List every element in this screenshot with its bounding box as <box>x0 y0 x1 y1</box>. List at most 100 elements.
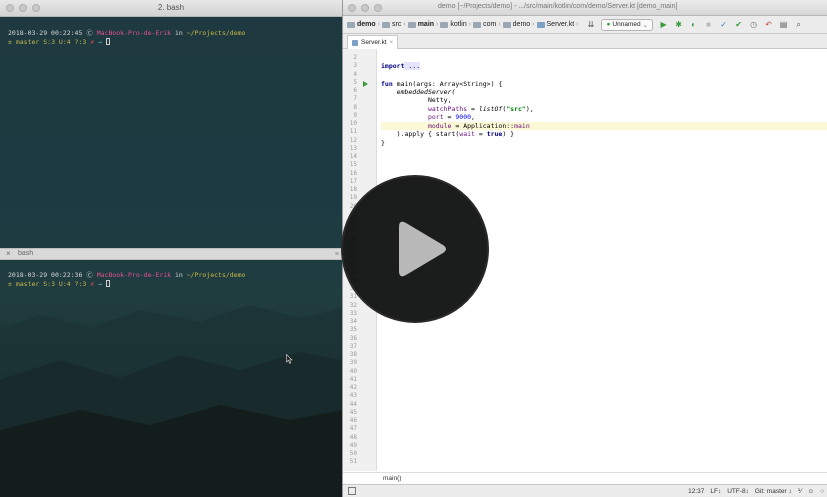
project-icon <box>347 21 355 28</box>
folder-icon <box>382 21 391 28</box>
git-dirty-mark: ✗ <box>90 38 95 46</box>
git-status: S:3 U:4 ?:3 <box>43 38 87 46</box>
file-encoding[interactable]: UTF-8↕ <box>727 488 749 495</box>
inspector-icon[interactable]: ☺ <box>807 488 814 495</box>
line-number: 47 <box>349 425 357 433</box>
line-number: 11 <box>349 128 357 136</box>
line-number: 46 <box>349 417 357 424</box>
project-structure-icon[interactable]: ▤ <box>779 20 788 29</box>
terminal-pane-top[interactable]: 2018-03-29 00:22:45 Ⓒ MacBook-Pro-de-Eri… <box>0 17 342 248</box>
breadcrumb-item[interactable]: demo <box>513 21 531 28</box>
kotlin-file-icon <box>352 39 358 46</box>
terminal-pane-bottom[interactable]: 2018-03-29 00:22:36 Ⓒ MacBook-Pro-de-Eri… <box>0 260 342 497</box>
lock-icon[interactable]: ⅟ <box>798 487 802 495</box>
line-number: 38 <box>349 351 357 358</box>
line-number: 41 <box>349 375 357 383</box>
run-config-icon: ● <box>606 21 611 28</box>
close-pane-icon[interactable]: × <box>6 249 11 258</box>
line-number: 45 <box>349 408 357 416</box>
line-number: 51 <box>349 458 357 466</box>
breadcrumb-item[interactable]: Server.kt <box>547 21 575 28</box>
terminal-cursor <box>105 38 110 45</box>
play-icon <box>399 221 446 277</box>
run-config-label: Unnamed <box>612 21 641 28</box>
line-number: 37 <box>349 342 357 350</box>
git-prefix: ± <box>8 280 12 288</box>
tab-server-kt[interactable]: Server.kt × <box>347 35 399 49</box>
apple-icon: Ⓒ <box>86 271 93 279</box>
status-bar: 12:37 LF↕ UTF-8↕ Git: master ↕ ⅟ ☺ ○ <box>343 484 827 497</box>
breadcrumb-item[interactable]: src <box>392 21 401 28</box>
line-separator[interactable]: LF↕ <box>710 488 721 495</box>
git-branch-status[interactable]: Git: master ↕ <box>755 488 792 495</box>
close-window-button[interactable] <box>348 4 356 12</box>
line-number: 39 <box>349 359 357 367</box>
vcs-update-icon[interactable]: ✓ <box>719 20 728 29</box>
git-branch: master <box>15 38 40 46</box>
editor-tabs: Server.kt × <box>343 34 827 49</box>
folder-icon <box>407 21 416 28</box>
code-line: import ... <box>381 62 421 70</box>
coverage-icon[interactable]: ◐ <box>689 20 698 29</box>
breadcrumb-item[interactable]: com <box>483 21 496 28</box>
line-number: 9 <box>353 111 357 119</box>
git-dirty-mark: ✗ <box>90 280 95 288</box>
build-icon[interactable]: ⇊ <box>586 20 595 29</box>
breadcrumb-item[interactable]: demo <box>357 21 376 28</box>
code-line: module = Application::main <box>381 122 530 130</box>
breadcrumb-item[interactable]: kotlin <box>450 21 466 28</box>
folder-icon <box>473 21 482 28</box>
revert-icon[interactable]: ↶ <box>764 20 773 29</box>
code-line: ).apply { start(wait = true) } <box>381 130 515 138</box>
prompt-timestamp: 2018-03-29 00:22:45 <box>8 29 83 37</box>
prompt-host: MacBook-Pro-de-Erik <box>96 271 172 279</box>
run-icon[interactable]: ▶ <box>659 20 668 29</box>
chevron-down-icon: ⌄ <box>642 21 649 29</box>
line-number: 43 <box>349 392 357 400</box>
video-play-button[interactable] <box>341 175 489 323</box>
git-status-line: ± master S:3 U:4 ?:3 ✗ → <box>8 280 110 289</box>
line-number: 48 <box>349 433 357 441</box>
folder-icon <box>502 21 511 28</box>
vcs-commit-icon[interactable]: ✔ <box>734 20 743 29</box>
line-number: 8 <box>353 103 357 111</box>
window-controls[interactable] <box>348 4 382 12</box>
tab-label: Server.kt <box>361 39 387 46</box>
line-number: 7 <box>353 95 357 103</box>
code-line: watchPaths = listOf("src"), <box>381 105 534 113</box>
navigation-toolbar: demo › src › main › kotlin › com › demo › Serv… <box>343 16 827 34</box>
run-gutter-icon[interactable] <box>363 81 368 87</box>
line-number: 36 <box>349 334 357 342</box>
prompt-path: ~/Projects/demo <box>186 29 246 37</box>
run-configuration-select[interactable]: ● Unnamed ⌄ <box>601 18 654 31</box>
tool-windows-icon[interactable] <box>348 487 356 495</box>
event-log-icon[interactable]: ○ <box>820 488 824 495</box>
git-status: S:3 U:4 ?:3 <box>43 280 87 288</box>
terminal-cursor <box>105 280 110 287</box>
debug-icon[interactable]: ✱ <box>674 20 683 29</box>
terminal-title: 2. bash <box>157 3 185 12</box>
search-icon[interactable]: ⌕ <box>794 20 803 29</box>
zoom-window-button[interactable] <box>374 4 382 12</box>
drag-handle-icon[interactable]: ≡ <box>335 251 339 258</box>
prompt-in: in <box>174 271 183 279</box>
code-breadcrumb[interactable]: main() <box>383 475 401 482</box>
prompt-arrow-icon: → <box>98 280 102 288</box>
prompt-in: in <box>174 29 183 37</box>
pane-divider[interactable]: × bash ≡ <box>0 248 342 260</box>
minimize-window-button[interactable] <box>361 4 369 12</box>
apple-icon: Ⓒ <box>86 29 93 37</box>
close-tab-icon[interactable]: × <box>390 40 394 46</box>
prompt-path: ~/Projects/demo <box>186 271 246 279</box>
breadcrumb-item[interactable]: main <box>418 21 434 28</box>
code-line: port = 9000, <box>381 113 475 121</box>
line-number: 12 <box>349 136 357 144</box>
code-line: fun main(args: Array<String>) { <box>381 80 503 88</box>
ide-window-title: demo [~/Projects/demo] - .../src/main/ko… <box>438 3 678 10</box>
bottom-pane-title: bash <box>18 250 34 257</box>
ide-titlebar: demo [~/Projects/demo] - .../src/main/ko… <box>343 0 827 16</box>
stop-icon[interactable]: ■ <box>704 20 713 29</box>
prompt-arrow-icon: → <box>98 38 102 46</box>
vcs-history-icon[interactable]: ◷ <box>749 20 758 29</box>
caret-position[interactable]: 12:37 <box>688 488 704 495</box>
